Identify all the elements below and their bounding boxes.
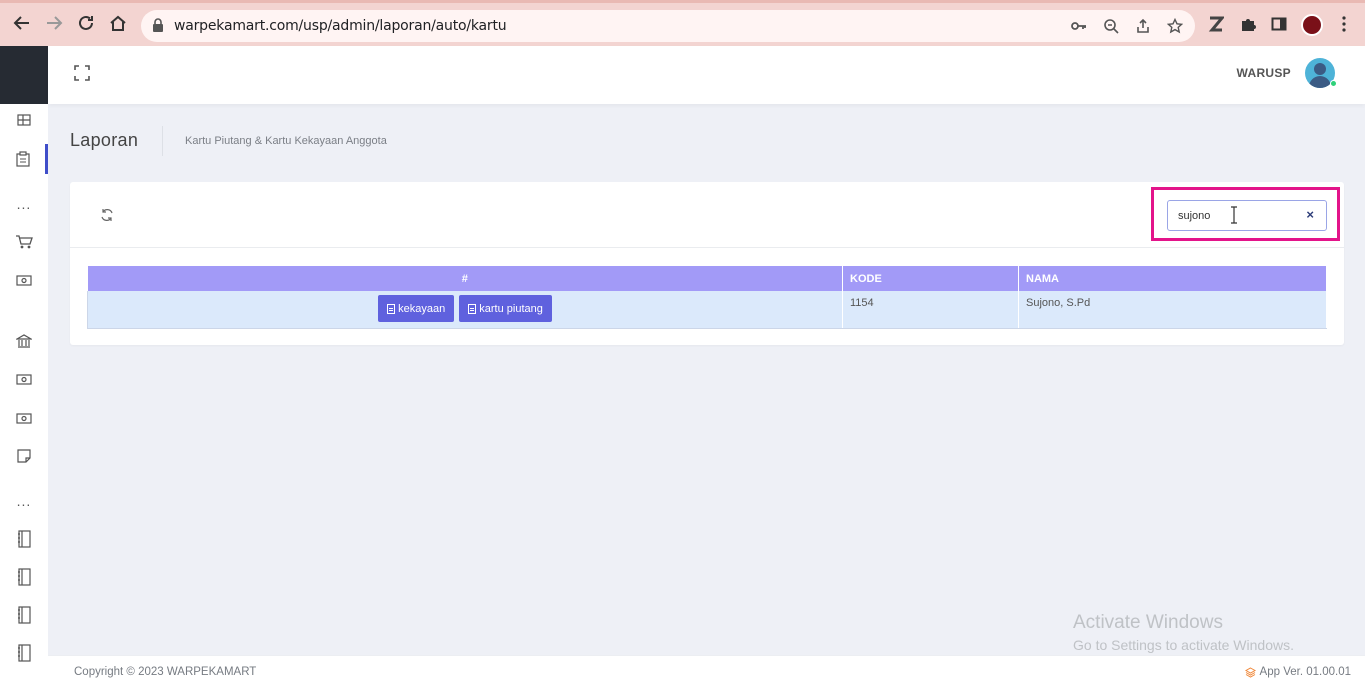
- book-icon: [18, 606, 31, 624]
- kartu-piutang-button[interactable]: kartu piutang: [459, 295, 552, 322]
- sidebar-item-cart[interactable]: [0, 227, 48, 257]
- sidebar-item-report[interactable]: [0, 144, 48, 174]
- bookmark-star-icon[interactable]: [1165, 16, 1185, 36]
- address-bar[interactable]: warpekamart.com/usp/admin/laporan/auto/k…: [141, 10, 1195, 42]
- table-header-row: # KODE NAMA: [87, 266, 1327, 291]
- sidebar-item-book-4[interactable]: [0, 638, 48, 668]
- bank-icon: [16, 334, 32, 348]
- layers-icon: [1244, 666, 1256, 678]
- lock-icon: [153, 18, 163, 32]
- sidebar-group-dots: ...: [16, 196, 32, 212]
- share-icon[interactable]: [1133, 16, 1153, 36]
- sidebar-item-cash-3[interactable]: [0, 403, 48, 433]
- url-text: warpekamart.com/usp/admin/laporan/auto/k…: [174, 18, 507, 34]
- copyright-text: Copyright © 2023 WARPEKAMART: [74, 666, 257, 678]
- report-card: × # KODE NAMA kekayaan kartu pi: [70, 182, 1344, 345]
- activate-windows-title: Activate Windows: [1073, 612, 1223, 633]
- kekayaan-button[interactable]: kekayaan: [378, 295, 455, 322]
- kartu-piutang-button-label: kartu piutang: [479, 302, 543, 315]
- forward-arrow-icon[interactable]: [42, 11, 66, 35]
- book-icon: [18, 530, 31, 548]
- kekayaan-button-label: kekayaan: [398, 302, 446, 315]
- card-toolbar: ×: [70, 182, 1344, 248]
- browser-toolbar: warpekamart.com/usp/admin/laporan/auto/k…: [0, 0, 1365, 46]
- fullscreen-icon[interactable]: [73, 64, 91, 82]
- sidebar-item-cash-1[interactable]: [0, 265, 48, 295]
- footer: Copyright © 2023 WARPEKAMART App Ver. 01…: [48, 655, 1365, 691]
- refresh-icon[interactable]: [100, 208, 114, 222]
- side-panel-icon[interactable]: [1268, 13, 1290, 35]
- page-subtitle: Kartu Piutang & Kartu Kekayaan Anggota: [185, 135, 387, 147]
- document-icon: [468, 303, 477, 314]
- puzzle-extensions-icon[interactable]: [1237, 13, 1259, 35]
- clear-search-icon[interactable]: ×: [1306, 207, 1314, 222]
- row-actions-cell: kekayaan kartu piutang: [87, 291, 843, 329]
- column-header-kode: KODE: [842, 266, 1019, 291]
- username-label[interactable]: WARUSP: [1237, 66, 1291, 80]
- kode-cell: 1154: [842, 291, 1019, 329]
- sidebar-item-book-2[interactable]: [0, 562, 48, 592]
- cash-icon: [16, 413, 32, 424]
- dashboard-icon: [17, 114, 31, 126]
- sidebar-item-book-1[interactable]: [0, 524, 48, 554]
- reload-icon[interactable]: [74, 11, 98, 35]
- kebab-menu-icon[interactable]: [1333, 13, 1355, 35]
- sidebar-item-dashboard[interactable]: [0, 105, 48, 135]
- online-status-dot: [1330, 80, 1337, 87]
- zoom-icon[interactable]: [1101, 16, 1121, 36]
- text-cursor-icon: [1231, 206, 1237, 224]
- note-icon: [17, 449, 31, 463]
- key-icon[interactable]: [1069, 16, 1089, 36]
- app-version-label: App Ver. 01.00.01: [1259, 666, 1351, 678]
- home-icon[interactable]: [106, 11, 130, 35]
- z-extension-icon[interactable]: [1205, 13, 1227, 35]
- activate-windows-subtitle: Go to Settings to activate Windows.: [1073, 637, 1294, 653]
- cash-icon: [16, 275, 32, 286]
- sidebar-item-bank[interactable]: [0, 326, 48, 356]
- sidebar-item-book-3[interactable]: [0, 600, 48, 630]
- member-table: # KODE NAMA kekayaan kartu piutang 1154: [87, 266, 1327, 329]
- table-row: kekayaan kartu piutang 1154 Sujono, S.Pd: [87, 291, 1327, 329]
- page-title: Laporan: [70, 130, 139, 150]
- back-arrow-icon[interactable]: [10, 11, 34, 35]
- cart-icon: [16, 235, 33, 249]
- clipboard-icon: [15, 151, 30, 167]
- sidebar-item-cash-2[interactable]: [0, 364, 48, 394]
- column-header-hash: #: [87, 266, 843, 291]
- sidebar-group-dots: ...: [16, 493, 32, 509]
- app-header: WARUSP: [48, 46, 1365, 104]
- sidebar-item-note[interactable]: [0, 441, 48, 471]
- cash-icon: [16, 374, 32, 385]
- app-version: App Ver. 01.00.01: [1244, 666, 1351, 678]
- document-icon: [387, 303, 396, 314]
- book-icon: [18, 644, 31, 662]
- title-divider: [162, 126, 163, 156]
- sidebar: ... ...: [0, 46, 48, 691]
- profile-avatar[interactable]: [1301, 14, 1323, 36]
- column-header-nama: NAMA: [1018, 266, 1327, 291]
- nama-cell: Sujono, S.Pd: [1018, 291, 1327, 329]
- sidebar-logo: [0, 46, 48, 104]
- book-icon: [18, 568, 31, 586]
- search-field[interactable]: ×: [1167, 200, 1327, 231]
